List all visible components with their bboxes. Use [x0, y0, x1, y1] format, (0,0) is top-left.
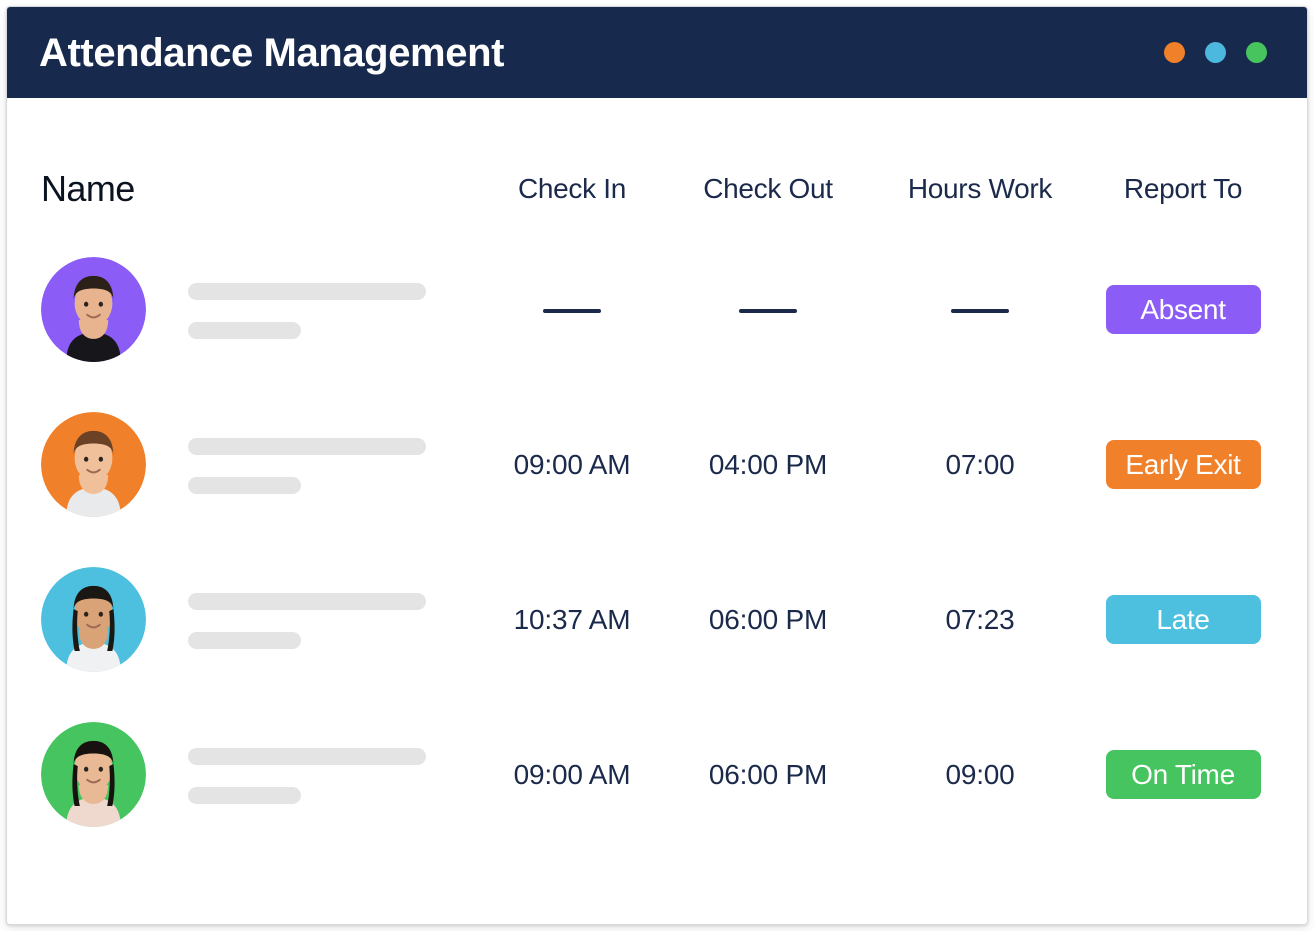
cell-hours-work: 07:00	[945, 448, 1015, 480]
name-placeholder-line-secondary	[188, 476, 301, 494]
status-badge[interactable]: Late	[1105, 595, 1261, 644]
person	[41, 567, 479, 672]
cell-name	[39, 697, 479, 852]
name-placeholder-line-primary	[188, 592, 426, 610]
table-row[interactable]: 09:00 AM 04:00 PM 07:00 Early Exit	[39, 387, 1277, 542]
cell-hours-work	[871, 232, 1089, 387]
cell-check-in: 09:00 AM	[513, 448, 631, 480]
cell-hours-work: 07:23	[945, 603, 1015, 635]
window-controls	[1164, 42, 1267, 63]
name-placeholder-line-primary	[188, 282, 426, 300]
title-bar: Attendance Management	[7, 7, 1307, 98]
cell-check-out	[665, 232, 871, 387]
column-header-report-to: Report To	[1123, 173, 1243, 204]
column-header-check-out: Check Out	[703, 173, 833, 204]
attendance-table: Name Check In Check Out Hours Work Repor…	[39, 98, 1277, 852]
name-placeholder	[188, 746, 426, 804]
status-badge[interactable]: Absent	[1105, 285, 1261, 334]
name-placeholder	[188, 591, 426, 649]
name-placeholder-line-primary	[188, 437, 426, 455]
cell-check-in	[479, 232, 665, 387]
name-placeholder	[188, 281, 426, 339]
table-row[interactable]: Absent	[39, 232, 1277, 387]
cell-check-out: 04:00 PM	[708, 448, 828, 480]
avatar[interactable]	[41, 722, 146, 827]
cell-name	[39, 387, 479, 542]
name-placeholder-line-secondary	[188, 786, 301, 804]
name-placeholder-line-secondary	[188, 631, 301, 649]
cell-check-out: 06:00 PM	[708, 603, 828, 635]
person	[41, 412, 479, 517]
column-header-check-in: Check In	[517, 173, 627, 204]
column-header-hours-work: Hours Work	[907, 173, 1053, 204]
cell-check-in: 09:00 AM	[513, 758, 631, 790]
app-window: Attendance Management Name Check In Chec…	[6, 6, 1308, 925]
status-badge[interactable]: On Time	[1105, 750, 1261, 799]
table-row[interactable]: 10:37 AM 06:00 PM 07:23 Late	[39, 542, 1277, 697]
cell-name	[39, 542, 479, 697]
cell-report-to: On Time	[1089, 697, 1277, 852]
empty-value-dash	[543, 309, 601, 314]
name-placeholder-line-primary	[188, 747, 426, 765]
empty-value-dash	[951, 309, 1009, 314]
attendance-table-body: Absent 09:00 AM 04:00 PM 07:00 Early Exit 1…	[39, 232, 1277, 852]
cell-report-to: Absent	[1089, 232, 1277, 387]
person	[41, 257, 479, 362]
cell-report-to: Early Exit	[1089, 387, 1277, 542]
avatar[interactable]	[41, 412, 146, 517]
cell-check-out: 06:00 PM	[708, 758, 828, 790]
window-control-green-icon[interactable]	[1246, 42, 1267, 63]
name-placeholder	[188, 436, 426, 494]
cell-name	[39, 232, 479, 387]
table-row[interactable]: 09:00 AM 06:00 PM 09:00 On Time	[39, 697, 1277, 852]
cell-report-to: Late	[1089, 542, 1277, 697]
cell-hours-work: 09:00	[945, 758, 1015, 790]
empty-value-dash	[739, 309, 797, 314]
avatar[interactable]	[41, 567, 146, 672]
status-badge[interactable]: Early Exit	[1105, 440, 1261, 489]
attendance-panel: Name Check In Check Out Hours Work Repor…	[7, 98, 1307, 924]
cell-check-in: 10:37 AM	[513, 603, 631, 635]
page-title: Attendance Management	[39, 30, 505, 75]
person	[41, 722, 479, 827]
window-control-blue-icon[interactable]	[1205, 42, 1226, 63]
name-placeholder-line-secondary	[188, 321, 301, 339]
table-header-row: Name Check In Check Out Hours Work Repor…	[39, 98, 1277, 232]
avatar[interactable]	[41, 257, 146, 362]
window-control-orange-icon[interactable]	[1164, 42, 1185, 63]
column-header-name: Name	[41, 168, 135, 209]
